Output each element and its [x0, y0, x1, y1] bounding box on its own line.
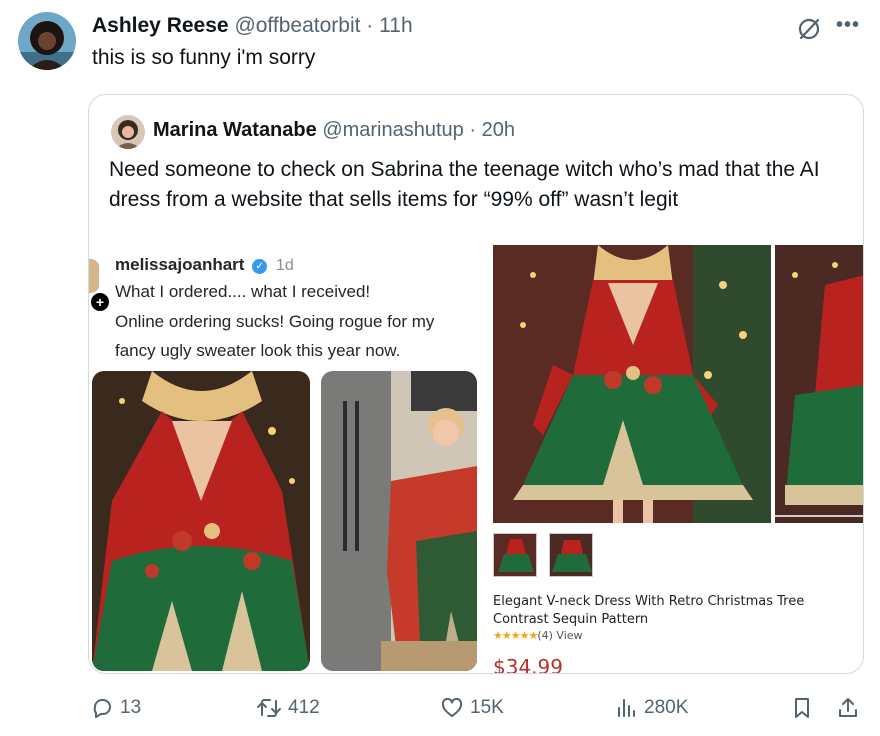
repost-count: 412 — [288, 697, 320, 718]
ig-post-header: melissajoanhart ✓ 1d — [115, 255, 294, 275]
view-count: 280K — [644, 697, 689, 718]
product-title: Elegant V-neck Dress With Retro Christma… — [493, 594, 805, 627]
ig-username: melissajoanhart — [115, 255, 245, 274]
bookmark-button[interactable] — [790, 696, 820, 720]
quote-time[interactable]: 20h — [482, 119, 515, 141]
more-icon[interactable]: ••• — [836, 14, 860, 37]
retweet-icon — [257, 699, 281, 717]
like-icon — [441, 697, 463, 717]
share-icon — [839, 698, 857, 717]
ig-caption-line: fancy ugly sweater look this year now. — [115, 341, 401, 360]
rating-stars: ★★★★★ — [493, 629, 538, 642]
image-scrollbar[interactable] — [775, 515, 863, 517]
ig-caption-line: Online ordering sucks! Going rogue for m… — [115, 312, 435, 331]
ig-follow-plus-icon: + — [91, 293, 109, 311]
product-thumbnail[interactable] — [549, 533, 593, 577]
author-handle[interactable]: @offbeatorbit — [234, 14, 360, 37]
bookmark-icon — [795, 698, 809, 718]
view-reviews-link: View — [556, 629, 583, 642]
received-dress-photo — [321, 371, 477, 671]
meta-separator: · — [366, 14, 374, 37]
embedded-image[interactable]: + melissajoanhart ✓ 1d What I ordered...… — [89, 245, 863, 674]
repost-button[interactable]: 412 — [256, 696, 320, 720]
quote-author-avatar[interactable] — [111, 115, 145, 149]
product-rating: ★★★★★(4) View — [493, 629, 583, 642]
quote-text: Need someone to check on Sabrina the tee… — [109, 158, 820, 211]
author-name[interactable]: Ashley Reese — [92, 14, 229, 37]
ig-time: 1d — [275, 257, 294, 274]
ig-caption-line: What I ordered.... what I received! — [115, 282, 371, 301]
quote-header: Marina Watanabe @marinashutup · 20h — [153, 119, 515, 142]
product-thumbnail[interactable] — [493, 533, 537, 577]
tweet-actions: 13 412 15K 280K — [0, 696, 880, 724]
review-count: (4) — [537, 629, 553, 642]
quote-separator: · — [469, 119, 477, 141]
reply-count: 13 — [120, 697, 142, 718]
product-price: $34.99 — [493, 655, 563, 674]
product-next-image — [775, 245, 863, 523]
quote-author-name[interactable]: Marina Watanabe — [153, 119, 317, 141]
tweet-header: Ashley Reese @offbeatorbit · 11h — [92, 14, 413, 38]
grok-icon[interactable] — [796, 16, 822, 42]
reply-icon — [93, 699, 111, 718]
verified-icon: ✓ — [252, 259, 268, 274]
quoted-tweet[interactable]: Marina Watanabe @marinashutup · 20h Need… — [88, 94, 864, 674]
share-button[interactable] — [836, 696, 866, 720]
author-avatar[interactable] — [18, 12, 76, 70]
views-button[interactable]: 280K — [614, 696, 688, 720]
dress-model-photo — [92, 371, 310, 671]
tweet-time[interactable]: 11h — [379, 14, 412, 37]
like-button[interactable]: 15K — [440, 696, 504, 720]
views-icon — [618, 699, 635, 717]
ig-avatar — [89, 259, 99, 293]
product-main-image — [493, 245, 771, 523]
tweet-text: this is so funny i'm sorry — [92, 46, 316, 69]
quote-author-handle[interactable]: @marinashutup — [322, 119, 463, 141]
like-count: 15K — [470, 697, 504, 718]
reply-button[interactable]: 13 — [90, 696, 141, 720]
